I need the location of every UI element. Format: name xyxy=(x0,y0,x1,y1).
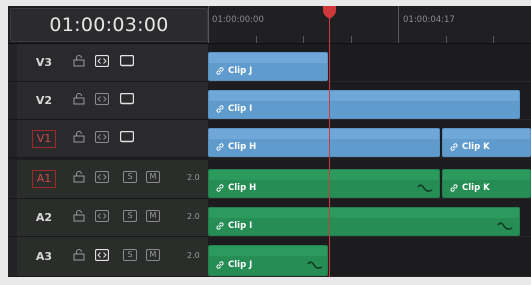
lock-icon[interactable] xyxy=(72,131,86,143)
ruler-tick xyxy=(446,36,447,43)
clip-title-bar: Clip H xyxy=(209,139,439,156)
playhead-line[interactable] xyxy=(329,14,330,277)
solo-button[interactable]: S xyxy=(123,249,137,261)
clip-label: Clip H xyxy=(228,142,257,152)
clip-j-video[interactable]: Clip J xyxy=(208,52,328,81)
link-icon xyxy=(450,142,458,151)
ruler-tick xyxy=(208,6,209,43)
mute-button[interactable]: M xyxy=(146,171,160,183)
link-icon xyxy=(216,104,224,113)
mute-button[interactable]: M xyxy=(146,249,160,261)
track-color-strip xyxy=(8,199,17,236)
solo-button[interactable]: S xyxy=(123,171,137,183)
link-icon xyxy=(216,260,224,269)
clip-k-audio[interactable]: Clip K xyxy=(442,169,531,198)
clip-h-video[interactable]: Clip H xyxy=(208,128,440,157)
track-lane-a1[interactable]: Clip H Clip K xyxy=(208,160,531,199)
auto-select-icon[interactable] xyxy=(95,171,109,183)
ruler-tick xyxy=(303,36,304,43)
lock-icon[interactable] xyxy=(72,249,86,261)
track-name[interactable]: V2 xyxy=(32,92,56,110)
clip-title-bar: Clip K xyxy=(443,139,530,156)
monitor-icon[interactable] xyxy=(120,93,134,105)
solo-button[interactable]: S xyxy=(123,210,137,222)
clip-title-bar: Clip I xyxy=(209,101,519,118)
waveform-icon xyxy=(497,222,513,230)
track-lane-v2[interactable]: Clip I xyxy=(208,82,531,120)
lock-icon[interactable] xyxy=(72,93,86,105)
auto-select-icon[interactable] xyxy=(95,210,109,222)
track-header-a3[interactable]: A3 S M 2.0 xyxy=(8,237,208,277)
track-name[interactable]: A3 xyxy=(32,248,56,266)
monitor-icon[interactable] xyxy=(120,131,134,143)
ruler-label-mid: 01:00:04:17 xyxy=(403,15,455,25)
timeline-ruler[interactable]: 01:00:00:00 01:00:04:17 xyxy=(208,6,531,43)
waveform-icon xyxy=(417,184,433,192)
clip-label: Clip I xyxy=(228,104,253,114)
clip-j-audio[interactable]: Clip J xyxy=(208,245,328,276)
timeline-panel: 01:00:03:00 01:00:00:00 01:00:04:17 V3 C… xyxy=(8,6,531,277)
ruler-tick xyxy=(493,36,494,43)
track-header-v2[interactable]: V2 xyxy=(8,82,208,120)
track-lane-a2[interactable]: Clip I xyxy=(208,199,531,237)
track-color-strip xyxy=(8,82,17,119)
channel-format: 2.0 xyxy=(187,173,200,182)
track-header-v1[interactable]: V1 xyxy=(8,120,208,158)
ruler-label-start: 01:00:00:00 xyxy=(212,15,264,25)
track-lane-v3[interactable]: Clip J xyxy=(208,44,531,82)
clip-i-audio[interactable]: Clip I xyxy=(208,207,520,236)
track-header-a1[interactable]: A1 S M 2.0 xyxy=(8,160,208,199)
mute-button[interactable]: M xyxy=(146,210,160,222)
track-name[interactable]: V3 xyxy=(32,54,56,72)
link-icon xyxy=(216,142,224,151)
waveform-icon xyxy=(307,261,323,269)
clip-label: Clip K xyxy=(462,142,490,152)
track-color-strip xyxy=(8,237,17,276)
auto-select-icon[interactable] xyxy=(95,55,109,67)
auto-select-icon[interactable] xyxy=(95,249,109,261)
clip-title-bar: Clip K xyxy=(443,180,530,197)
clip-title-bar: Clip H xyxy=(209,180,439,197)
timecode-display: 01:00:03:00 xyxy=(10,8,208,42)
clip-title-bar: Clip I xyxy=(209,218,519,235)
clip-i-video[interactable]: Clip I xyxy=(208,90,520,119)
track-color-strip xyxy=(8,44,17,81)
track-lane-a3[interactable]: Clip J xyxy=(208,237,531,277)
monitor-icon[interactable] xyxy=(120,55,134,67)
clip-title-bar: Clip J xyxy=(209,63,327,80)
track-lane-v1[interactable]: Clip H Clip K xyxy=(208,120,531,158)
ruler-tick xyxy=(398,6,399,43)
link-icon xyxy=(216,183,224,192)
clip-label: Clip J xyxy=(228,260,253,270)
track-color-strip xyxy=(8,160,17,198)
track-name[interactable]: V1 xyxy=(32,130,56,148)
channel-format: 2.0 xyxy=(187,212,200,221)
clip-h-audio[interactable]: Clip H xyxy=(208,169,440,198)
lock-icon[interactable] xyxy=(72,171,86,183)
timeline-screenshot: 01:00:03:00 01:00:00:00 01:00:04:17 V3 C… xyxy=(0,0,531,285)
clip-label: Clip K xyxy=(462,183,490,193)
track-name[interactable]: A2 xyxy=(32,209,56,227)
track-header-a2[interactable]: A2 S M 2.0 xyxy=(8,199,208,237)
track-name[interactable]: A1 xyxy=(32,170,56,188)
clip-label: Clip I xyxy=(228,221,253,231)
ruler-tick xyxy=(256,36,257,43)
clip-k-video[interactable]: Clip K xyxy=(442,128,531,157)
channel-format: 2.0 xyxy=(187,251,200,260)
track-color-strip xyxy=(8,120,17,157)
lock-icon[interactable] xyxy=(72,210,86,222)
playhead-marker[interactable] xyxy=(322,6,337,19)
auto-select-icon[interactable] xyxy=(95,131,109,143)
link-icon xyxy=(450,183,458,192)
lock-icon[interactable] xyxy=(72,55,86,67)
clip-label: Clip J xyxy=(228,66,253,76)
clip-label: Clip H xyxy=(228,183,257,193)
track-header-v3[interactable]: V3 xyxy=(8,44,208,82)
ruler-tick xyxy=(351,36,352,43)
link-icon xyxy=(216,221,224,230)
link-icon xyxy=(216,66,224,75)
auto-select-icon[interactable] xyxy=(95,93,109,105)
